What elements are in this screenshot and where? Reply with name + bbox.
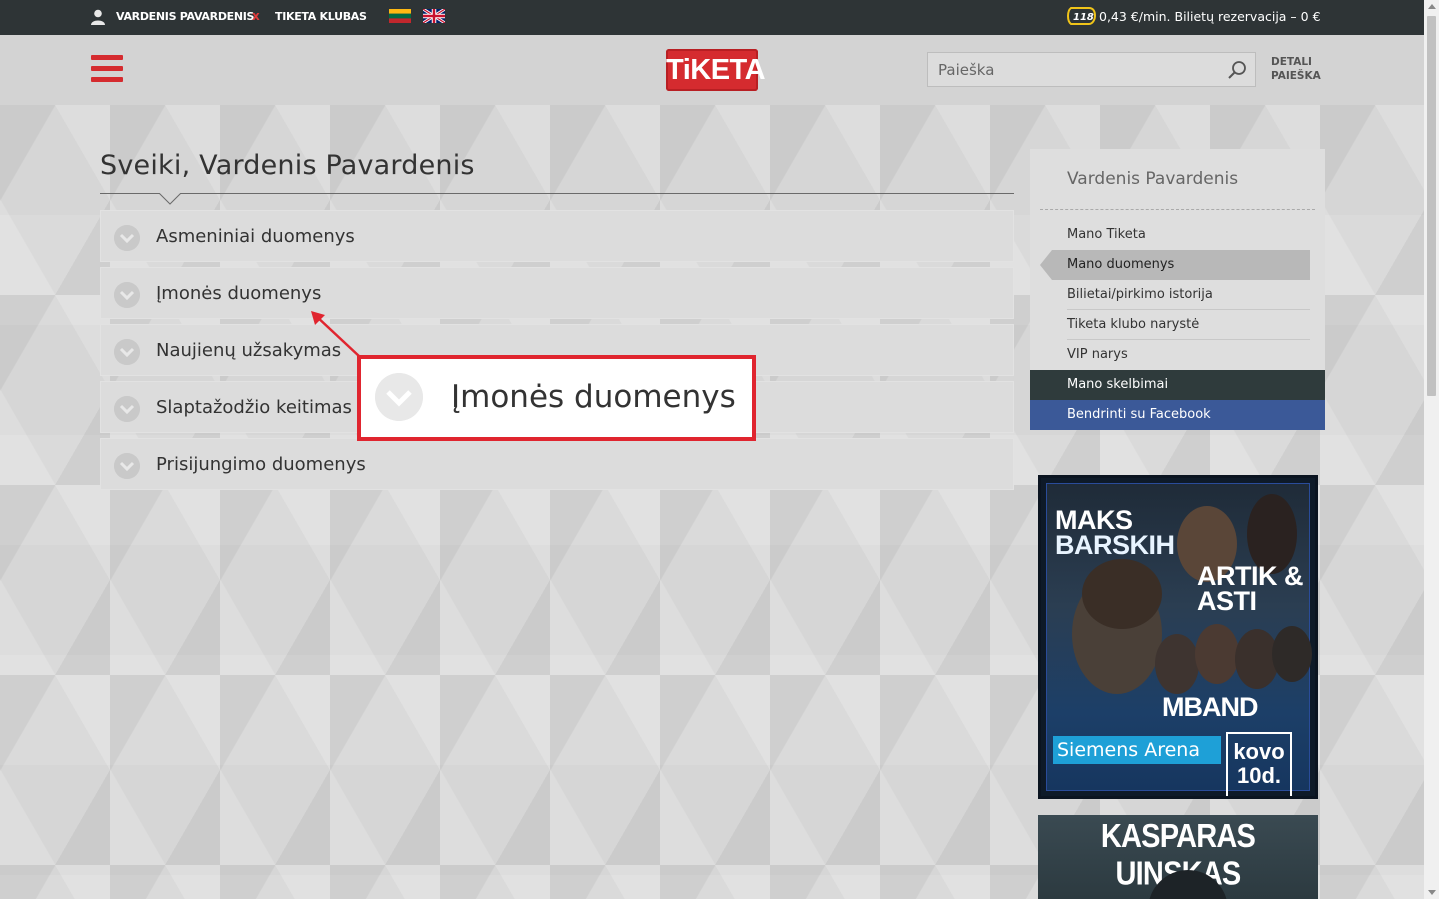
scroll-down-icon[interactable] — [1428, 890, 1436, 895]
ad1-line3: MBAND — [1162, 692, 1258, 722]
ad1-venue: Siemens Arena — [1053, 736, 1221, 764]
user-name-link[interactable]: VARDENIS PAVARDENIS — [116, 10, 254, 23]
uk-flag-icon[interactable] — [423, 9, 445, 23]
title-divider — [100, 193, 1014, 194]
ad1-line1b: BARSKIH — [1055, 530, 1175, 560]
sidebar-item-label: Bendrinti su Facebook — [1067, 407, 1211, 422]
sidebar-item-tickets-history[interactable]: Bilietai/pirkimo istorija — [1030, 280, 1325, 310]
callout-arrow-icon — [311, 311, 361, 358]
tiketa-logo[interactable]: TiKETA — [666, 49, 766, 91]
ad1-date: kovo 10d. — [1226, 732, 1292, 796]
search-icon[interactable] — [1227, 60, 1247, 80]
account-accordion: Asmeniniai duomenys Įmonės duomenys Nauj… — [100, 210, 1014, 495]
chevron-down-icon — [114, 225, 140, 251]
title-caret-icon — [159, 193, 181, 205]
concert-ad-banner-2[interactable]: KASPARAS UINSKAS — [1038, 815, 1318, 899]
accordion-item-personal-data[interactable]: Asmeniniai duomenys — [100, 210, 1014, 262]
phone-info: 0,43 €/min. Bilietų rezervacija – 0 € — [1099, 9, 1321, 24]
accordion-label: Prisijungimo duomenys — [156, 454, 366, 475]
account-sidebar: Vardenis Pavardenis Mano Tiketa Mano duo… — [1030, 149, 1325, 430]
accordion-label: Įmonės duomenys — [156, 283, 322, 304]
accordion-label: Slaptažodžio keitimas — [156, 397, 352, 418]
chevron-down-icon — [114, 453, 140, 479]
hamburger-menu-button[interactable] — [91, 55, 123, 85]
sidebar-item-label: Mano Tiketa — [1067, 227, 1146, 242]
detail-search-link[interactable]: DETALI PAIEŠKA — [1271, 55, 1331, 83]
sidebar-item-share-facebook[interactable]: Bendrinti su Facebook — [1030, 400, 1325, 430]
chevron-down-icon — [114, 282, 140, 308]
user-icon — [91, 9, 105, 25]
sidebar-title: Vardenis Pavardenis — [1067, 169, 1239, 189]
sidebar-menu: Mano Tiketa Mano duomenys Bilietai/pirki… — [1030, 220, 1325, 430]
callout-label: Įmonės duomenys — [451, 379, 736, 415]
accordion-item-login-data[interactable]: Prisijungimo duomenys — [100, 438, 1014, 490]
search-input[interactable] — [928, 53, 1218, 86]
header: TiKETA DETALI PAIEŠKA — [0, 35, 1424, 105]
sidebar-item-label: Mano duomenys — [1067, 257, 1175, 272]
logout-button[interactable]: x — [252, 9, 260, 23]
accordion-label: Asmeniniai duomenys — [156, 226, 355, 247]
ad1-date-b: 10d. — [1236, 763, 1282, 788]
chevron-down-icon — [375, 373, 423, 421]
tiketa-club-link[interactable]: TIKETA KLUBAS — [275, 10, 367, 23]
concert-ad-banner[interactable]: MAKS BARSKIH ARTIK & ASTI MBAND Siemens … — [1038, 475, 1318, 799]
page-title: Sveiki, Vardenis Pavardenis — [100, 150, 475, 181]
sidebar-item-my-tiketa[interactable]: Mano Tiketa — [1030, 220, 1325, 250]
page-scrollbar[interactable] — [1424, 0, 1439, 899]
sidebar-item-label: Tiketa klubo narystė — [1067, 317, 1200, 332]
chevron-down-icon — [114, 339, 140, 365]
phone-badge-text: 118 — [1073, 12, 1094, 23]
sidebar-item-label: Mano skelbimai — [1067, 377, 1169, 392]
sidebar-item-club-membership[interactable]: Tiketa klubo narystė — [1030, 310, 1325, 340]
sidebar-item-label: VIP narys — [1067, 347, 1128, 362]
top-bar: VARDENIS PAVARDENIS x TIKETA KLUBAS 118 … — [0, 0, 1424, 35]
accordion-item-company-data[interactable]: Įmonės duomenys — [100, 267, 1014, 319]
lithuanian-flag-icon[interactable] — [389, 9, 411, 23]
search-box — [927, 52, 1256, 87]
scroll-thumb[interactable] — [1427, 16, 1436, 396]
phone-118-icon: 118 — [1067, 7, 1097, 25]
sidebar-divider — [1040, 209, 1315, 210]
detail-search-line1: DETALI — [1271, 56, 1312, 68]
chevron-down-icon — [114, 396, 140, 422]
ad1-headline-2: ARTIK & ASTI — [1197, 563, 1304, 616]
sidebar-item-my-data[interactable]: Mano duomenys — [1040, 250, 1310, 280]
detail-search-line2: PAIEŠKA — [1271, 70, 1321, 82]
sidebar-item-my-ads[interactable]: Mano skelbimai — [1030, 370, 1325, 400]
scroll-up-icon[interactable] — [1428, 4, 1436, 9]
ad1-date-a: kovo — [1233, 739, 1285, 764]
callout-box: Įmonės duomenys — [357, 355, 756, 441]
ad1-headline-1: MAKS BARSKIH — [1055, 507, 1175, 560]
sidebar-item-vip[interactable]: VIP narys — [1030, 340, 1325, 370]
ad-inner: MAKS BARSKIH ARTIK & ASTI MBAND Siemens … — [1046, 483, 1312, 796]
ad1-line2b: ASTI — [1197, 586, 1257, 616]
sidebar-item-label: Bilietai/pirkimo istorija — [1067, 287, 1213, 302]
